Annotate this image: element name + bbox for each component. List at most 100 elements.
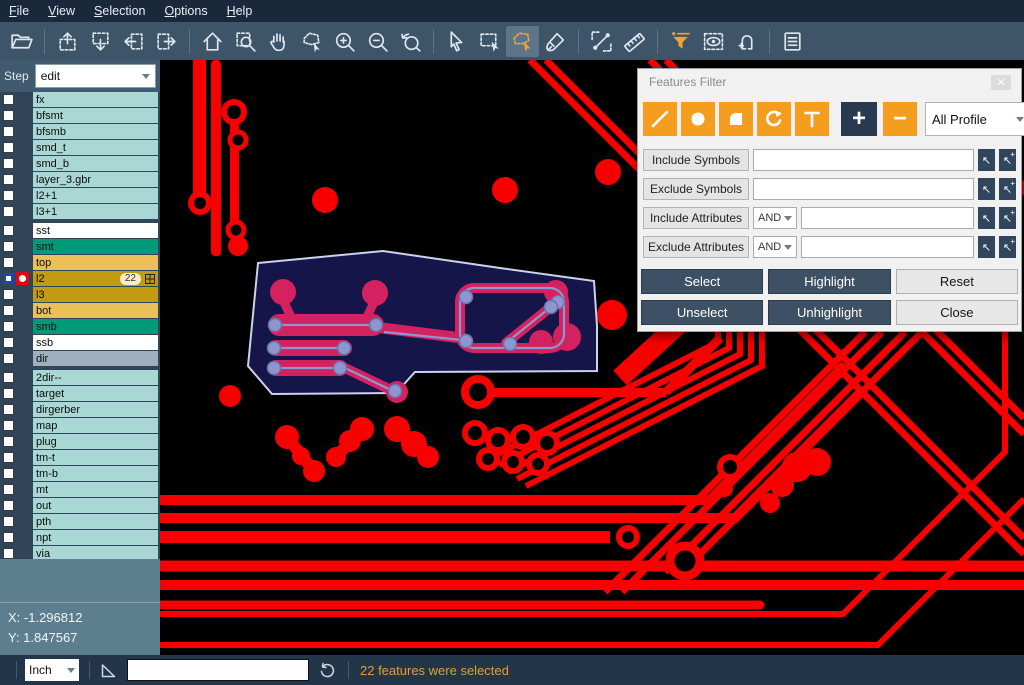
snap-mode-button[interactable] [730,26,763,57]
include-attributes-input[interactable] [801,207,974,229]
measure-points-button[interactable] [585,26,618,57]
feature-report-button[interactable] [776,26,809,57]
layer-row-dirgerber[interactable]: dirgerber [0,402,160,417]
layer-visibility-checkbox[interactable] [3,257,14,268]
pick-add-from-canvas-button[interactable]: ↖+ [999,236,1016,258]
layer-row-ssb[interactable]: ssb [0,335,160,350]
layer-row-map[interactable]: map [0,418,160,433]
layer-label[interactable]: layer_3.gbr [33,172,158,187]
layer-visibility-checkbox[interactable] [3,305,14,316]
layer-row-tm-b[interactable]: tm-b [0,466,160,481]
zoom-window-button[interactable] [229,26,262,57]
step-dropdown[interactable]: edit [35,64,156,88]
layer-label[interactable]: plug [33,434,158,449]
layer-visibility-checkbox[interactable] [3,273,14,284]
layer-visibility-checkbox[interactable] [3,190,14,201]
layer-row-pth[interactable]: pth [0,514,160,529]
layer-label[interactable]: l3+1 [33,204,158,219]
layer-row-out[interactable]: out [0,498,160,513]
layer-label[interactable]: smd_t [33,140,158,155]
include-symbols-input[interactable] [753,149,974,171]
pick-from-canvas-button[interactable]: ↖ [978,178,995,200]
layer-row-smt[interactable]: smt [0,239,160,254]
layer-label[interactable]: bfsmb [33,124,158,139]
layer-visibility-checkbox[interactable] [3,126,14,137]
layer-label[interactable]: sst [33,223,158,238]
layer-visibility-checkbox[interactable] [3,468,14,479]
layer-row-smb[interactable]: smb [0,319,160,334]
pan-right-button[interactable] [150,26,183,57]
layer-label[interactable]: mt [33,482,158,497]
profile-dropdown[interactable]: All Profile [925,102,1024,136]
highlight-button[interactable]: Highlight [768,269,890,294]
filter-text-button[interactable] [795,102,829,136]
exclude-symbols-button[interactable]: Exclude Symbols [643,178,749,200]
layer-label[interactable]: npt [33,530,158,545]
exclude-symbols-input[interactable] [753,178,974,200]
filter-arc-button[interactable] [757,102,791,136]
layer-row-l3[interactable]: l3 [0,287,160,302]
units-dropdown[interactable]: Inch [25,659,79,681]
pan-left-button[interactable] [117,26,150,57]
dialog-close-button[interactable]: ✕ [991,75,1011,90]
pick-add-from-canvas-button[interactable]: ↖+ [999,149,1016,171]
unselect-button[interactable]: Unselect [641,300,763,325]
pick-from-canvas-button[interactable]: ↖ [978,207,995,229]
filter-surface-button[interactable] [719,102,753,136]
ruler-button[interactable] [618,26,651,57]
layer-label[interactable]: l2+1 [33,188,158,203]
layer-visibility-checkbox[interactable] [3,321,14,332]
filter-line-button[interactable] [643,102,677,136]
layer-label[interactable]: l222 [33,271,158,286]
pan-down-button[interactable] [84,26,117,57]
features-filter-button[interactable] [664,26,697,57]
zoom-polygon-button[interactable] [295,26,328,57]
layer-row-sst[interactable]: sst [0,223,160,238]
layer-visibility-checkbox[interactable] [3,353,14,364]
layer-label[interactable]: dirgerber [33,402,158,417]
menu-selection[interactable]: Selection [94,4,145,18]
layer-label[interactable]: 2dir-- [33,370,158,385]
layer-visibility-checkbox[interactable] [3,420,14,431]
pick-add-from-canvas-button[interactable]: ↖+ [999,207,1016,229]
refresh-button[interactable] [317,660,337,680]
layer-visibility-checkbox[interactable] [3,241,14,252]
layer-label[interactable]: smt [33,239,158,254]
add-filter-button[interactable]: + [841,102,877,136]
layer-visibility-checkbox[interactable] [3,500,14,511]
layer-label[interactable]: l3 [33,287,158,302]
home-view-button[interactable] [196,26,229,57]
pick-from-canvas-button[interactable]: ↖ [978,236,995,258]
layer-label[interactable]: bfsmt [33,108,158,123]
filter-pad-button[interactable] [681,102,715,136]
layer-visibility-checkbox[interactable] [3,532,14,543]
unhighlight-button[interactable]: Unhighlight [768,300,890,325]
layer-label[interactable]: via [33,546,158,559]
layer-row-dir[interactable]: dir [0,351,160,366]
layer-visibility-checkbox[interactable] [3,436,14,447]
layer-label[interactable]: smb [33,319,158,334]
layer-visibility-checkbox[interactable] [3,110,14,121]
clear-highlights-button[interactable] [539,26,572,57]
layer-visibility-checkbox[interactable] [3,452,14,463]
and-or-dropdown[interactable]: AND [753,236,797,258]
layer-label[interactable]: out [33,498,158,513]
layer-visibility-checkbox[interactable] [3,225,14,236]
layer-row-bot[interactable]: bot [0,303,160,318]
reset-button[interactable]: Reset [896,269,1018,294]
zoom-in-button[interactable] [328,26,361,57]
layer-row-plug[interactable]: plug [0,434,160,449]
layer-visibility-checkbox[interactable] [3,337,14,348]
layer-visibility-checkbox[interactable] [3,372,14,383]
layer-visibility-checkbox[interactable] [3,548,14,559]
layer-visibility-checkbox[interactable] [3,142,14,153]
menu-view[interactable]: View [48,4,75,18]
view-options-button[interactable] [697,26,730,57]
layer-label[interactable]: bot [33,303,158,318]
dialog-title-bar[interactable]: Features Filter ✕ [638,69,1021,95]
layer-label[interactable]: ssb [33,335,158,350]
layer-row-via[interactable]: via [0,546,160,559]
layer-label[interactable]: target [33,386,158,401]
layer-visibility-checkbox[interactable] [3,158,14,169]
layer-row-bfsmb[interactable]: bfsmb [0,124,160,139]
